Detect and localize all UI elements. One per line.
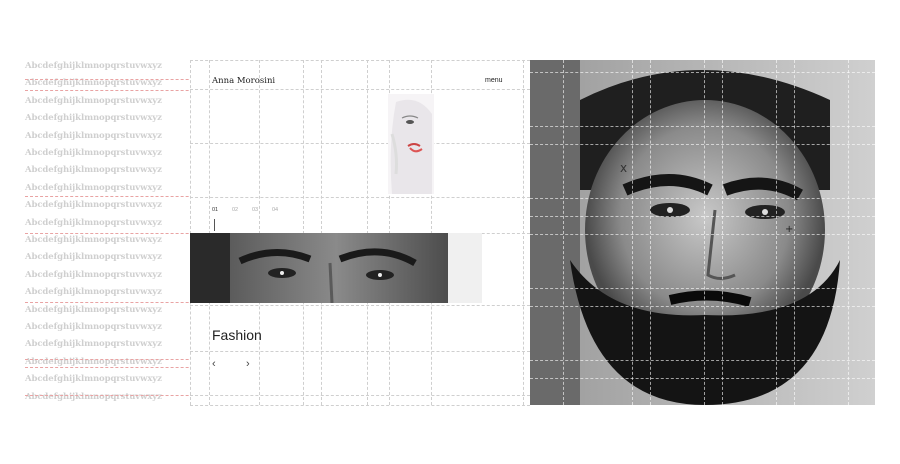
grid-row-line <box>190 305 530 306</box>
specimen-line: Abcdefghijklmnopqrstuvwxyz <box>25 165 162 176</box>
photo-grid-row <box>530 306 875 307</box>
grid-row-line <box>190 60 530 61</box>
photo-grid-row <box>530 288 875 289</box>
photo-grid-row <box>530 360 875 361</box>
specimen-line: Abcdefghijklmnopqrstuvwxyz <box>25 374 162 385</box>
photo-grid-column <box>794 60 795 405</box>
photo-grid-row <box>530 378 875 379</box>
specimen-line: Abcdefghijklmnopqrstuvwxyz <box>25 200 162 211</box>
slide-number-3[interactable]: 03 <box>252 207 272 213</box>
page-mockup: Anna Morosini menu 01 02 03 04 Fashion ‹… <box>190 60 530 406</box>
thumbnail-portrait <box>388 94 434 194</box>
featured-image-crop <box>190 233 482 303</box>
slide-number-2[interactable]: 02 <box>232 207 252 213</box>
photo-grid-row <box>530 216 875 217</box>
slide-number-4[interactable]: 04 <box>272 207 292 213</box>
grid-row-line <box>190 395 530 396</box>
grid-row-line <box>190 197 530 198</box>
photo-grid-row <box>530 198 875 199</box>
specimen-line: Abcdefghijklmnopqrstuvwxyz <box>25 322 162 332</box>
specimen-line: Abcdefghijklmnopqrstuvwxyz <box>25 130 162 141</box>
brand-name[interactable]: Anna Morosini <box>212 76 275 86</box>
specimen-line: Abcdefghijklmnopqrstuvwxyz <box>25 269 162 280</box>
specimen-line: Abcdefghijklmnopqrstuvwxyz <box>25 148 162 158</box>
specimen-line: Abcdefghijklmnopqrstuvwxyz <box>25 61 162 71</box>
specimen-line: Abcdefghijklmnopqrstuvwxyz <box>25 304 162 315</box>
specimen-line: Abcdefghijklmnopqrstuvwxyz <box>25 252 162 263</box>
grid-row-line <box>190 351 530 352</box>
slide-number-1[interactable]: 01 <box>212 207 232 213</box>
specimen-line: Abcdefghijklmnopqrstuvwxyz <box>25 235 162 245</box>
photo-grid-column <box>632 60 633 405</box>
specimen-line: Abcdefghijklmnopqrstuvwxyz <box>25 391 162 402</box>
specimen-line: Abcdefghijklmnopqrstuvwxyz <box>25 95 162 106</box>
portrait-photo: x + <box>530 60 875 405</box>
photo-grid-column <box>563 60 564 405</box>
specimen-line: Abcdefghijklmnopqrstuvwxyz <box>25 217 162 228</box>
photo-grid-row <box>530 234 875 235</box>
specimen-line: Abcdefghijklmnopqrstuvwxyz <box>25 356 162 367</box>
svg-text:x: x <box>620 161 627 175</box>
category-title[interactable]: Fashion <box>212 327 262 343</box>
specimen-line: Abcdefghijklmnopqrstuvwxyz <box>25 182 162 193</box>
specimen-line: Abcdefghijklmnopqrstuvwxyz <box>25 113 162 124</box>
photo-grid-row <box>530 144 875 145</box>
photo-grid-column <box>776 60 777 405</box>
photo-grid-row <box>530 126 875 127</box>
slide-indicator <box>214 219 215 231</box>
grid-row-line <box>190 89 530 90</box>
grid-row-line <box>190 143 530 144</box>
photo-grid-column <box>848 60 849 405</box>
menu-button[interactable]: menu <box>485 77 503 84</box>
grid-row-line <box>190 405 530 406</box>
photo-grid-column <box>722 60 723 405</box>
specimen-line: Abcdefghijklmnopqrstuvwxyz <box>25 339 162 350</box>
specimen-line: Abcdefghijklmnopqrstuvwxyz <box>25 287 162 298</box>
chevron-left-icon[interactable]: ‹ <box>212 358 216 370</box>
photo-grid-column <box>704 60 705 405</box>
slide-pagination: 01 02 03 04 <box>212 207 292 213</box>
photo-grid-column <box>650 60 651 405</box>
photo-grid-row <box>530 72 875 73</box>
chevron-right-icon[interactable]: › <box>246 358 250 370</box>
